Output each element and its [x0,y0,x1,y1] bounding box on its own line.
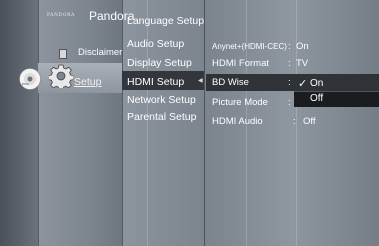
menu-item-display-setup[interactable]: Display Setup [127,57,192,69]
menu-item-language-setup[interactable]: Language Setup [127,15,204,27]
menu-item-parental-setup[interactable]: Parental Setup [127,111,196,123]
anynet-colon: : [288,41,291,52]
pandora-logo-text: PANDORA [47,13,75,18]
picture-mode-colon: : [288,97,291,108]
option-off-label: Off [310,93,324,104]
menu-item-hdmi-setup[interactable]: HDMI Setup [127,76,184,88]
bd-wise-label[interactable]: BD Wise [212,77,249,88]
bd-wise-dropdown[interactable]: ✓ On Off [294,76,379,108]
bd-wise-colon: : [288,77,291,88]
selected-arrow-icon: ◀ [198,78,203,84]
setup-menu-column [122,0,204,246]
svg-text:DISC: DISC [22,82,29,86]
option-on-label: On [310,78,324,89]
hdmi-audio-value: Off [303,116,316,127]
picture-mode-label[interactable]: Picture Mode [212,97,268,108]
disc-icon: DISC [19,68,41,90]
hdmi-format-colon: : [288,58,291,69]
check-icon: ✓ [298,78,308,90]
dropdown-option-on[interactable]: ✓ On [294,76,379,91]
divider [147,0,148,246]
anynet-value: On [296,41,309,52]
dropdown-option-off[interactable]: Off [294,91,379,107]
hdmi-format-label[interactable]: HDMI Format [212,58,269,69]
divider [38,0,39,246]
hdmi-format-value: TV [296,58,309,69]
apps-column [38,0,122,246]
menu-item-audio-setup[interactable]: Audio Setup [127,38,184,50]
divider [296,0,297,246]
anynet-label[interactable]: Anynet+(HDMI-CEC) [212,42,287,51]
divider [204,0,205,246]
left-column [0,0,38,246]
hdmi-audio-label[interactable]: HDMI Audio [212,116,263,127]
gear-icon [49,64,73,88]
menu-item-network-setup[interactable]: Network Setup [127,94,196,106]
hdmi-audio-colon: : [293,116,296,127]
divider [122,0,123,246]
setup-app[interactable]: Setup [74,76,101,88]
disclaimer-app[interactable]: Disclaimer [78,47,122,58]
setup-screen: PANDORA Pandora Disclaimer Setup DISC La… [0,0,379,246]
disclaimer-icon [59,49,67,59]
